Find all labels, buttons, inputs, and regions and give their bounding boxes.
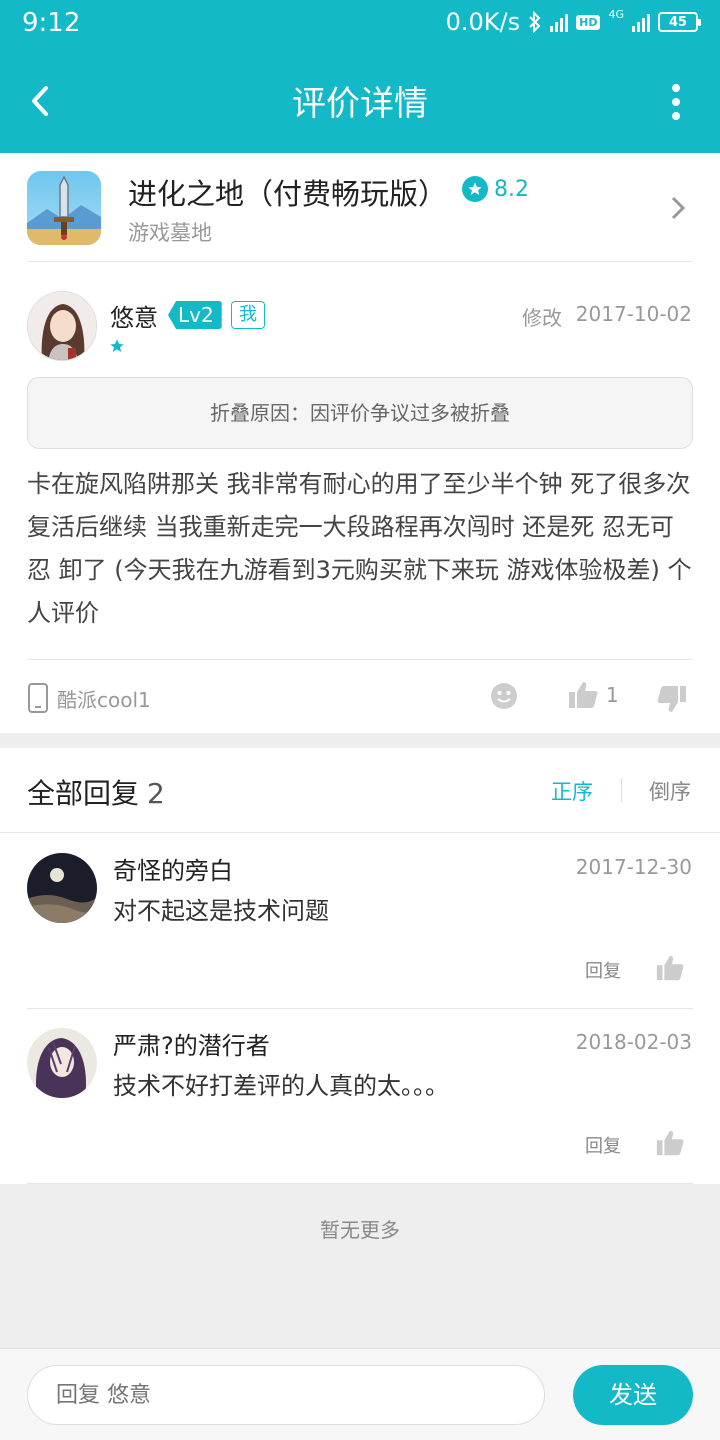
- replies-section: 全部回复 2 正序 倒序 奇怪的旁白 2017-12-30 对不起这是技术问题 回…: [0, 748, 720, 1184]
- thumbs-up-icon[interactable]: [655, 1128, 685, 1158]
- review-content: 卡在旋风陷阱那关 我非常有耐心的用了至少半个钟 死了很多次 复活后继续 当我重新…: [27, 470, 692, 627]
- avatar[interactable]: [27, 291, 97, 361]
- like-count: 1: [606, 683, 619, 707]
- phone-icon: [28, 683, 48, 713]
- me-badge: 我: [231, 301, 265, 329]
- reply-item: 严肃?的潜行者 2018-02-03 技术不好打差评的人真的太。。。 回复: [0, 1008, 720, 1178]
- avatar[interactable]: [27, 1028, 97, 1098]
- divider: [27, 1183, 693, 1184]
- sort-descending-button[interactable]: 倒序: [649, 776, 691, 806]
- reply-button[interactable]: 回复: [585, 957, 621, 983]
- replies-header: 全部回复 2: [27, 772, 165, 812]
- status-right: 0.0K/s HD 4G 45: [445, 8, 701, 36]
- reply-bar: 发送: [0, 1348, 720, 1440]
- hd-badge: HD: [576, 14, 601, 30]
- more-vertical-icon[interactable]: [668, 84, 684, 120]
- page-title: 评价详情: [292, 84, 428, 124]
- thumbs-down-icon[interactable]: [656, 683, 688, 715]
- reply-button[interactable]: 回复: [585, 1132, 621, 1158]
- divider: [27, 659, 693, 660]
- device-name: 酷派cool1: [57, 687, 151, 712]
- reply-author[interactable]: 奇怪的旁白: [113, 851, 233, 886]
- bluetooth-icon: [529, 11, 541, 33]
- sort-ascending-button[interactable]: 正序: [551, 776, 593, 806]
- send-button[interactable]: 发送: [573, 1365, 693, 1425]
- reply-author[interactable]: 严肃?的潜行者: [113, 1026, 270, 1061]
- battery-icon: 45: [658, 12, 701, 32]
- status-bar: 9:12 0.0K/s HD 4G 45: [0, 0, 720, 50]
- top-bar: 9:12 0.0K/s HD 4G 45 评价详情: [0, 0, 720, 153]
- status-time: 9:12: [22, 8, 81, 38]
- game-title[interactable]: 进化之地（付费畅玩版）: [128, 171, 447, 213]
- fold-reason-box: 折叠原因：因评价争议过多被折叠: [27, 377, 693, 449]
- reply-text: 技术不好打差评的人真的太。。。: [113, 1072, 449, 1100]
- reply-item: 奇怪的旁白 2017-12-30 对不起这是技术问题 回复: [0, 833, 720, 1003]
- reply-date: 2018-02-03: [575, 1030, 692, 1054]
- game-category: 游戏墓地: [128, 221, 212, 245]
- level-badge: Lv2: [168, 301, 222, 329]
- net-type: 4G: [608, 8, 624, 21]
- replies-title: 全部回复: [27, 777, 140, 810]
- chevron-right-icon[interactable]: [668, 193, 688, 223]
- device-info: 酷派cool1: [27, 683, 151, 713]
- divider: [27, 261, 693, 262]
- net-speed: 0.0K/s: [445, 8, 521, 36]
- star-icon: [462, 176, 488, 202]
- reply-date: 2017-12-30: [575, 855, 692, 879]
- reply-input[interactable]: [27, 1365, 545, 1425]
- replies-count: 2: [147, 777, 165, 810]
- edit-link[interactable]: 修改: [522, 302, 562, 331]
- review-card: 进化之地（付费畅玩版） 8.2 游戏墓地 悠意 Lv2 我 修改 2017-10…: [0, 153, 720, 733]
- avatar[interactable]: [27, 853, 97, 923]
- wifi-signal-icon: [550, 12, 569, 32]
- review-date: 2017-10-02: [575, 302, 692, 326]
- thumbs-up-icon[interactable]: [567, 679, 599, 711]
- rating-value: 8.2: [494, 176, 529, 202]
- divider: [621, 778, 622, 802]
- cell-signal-icon: [632, 12, 650, 32]
- no-more-text: 暂无更多: [320, 1218, 400, 1242]
- game-icon[interactable]: [27, 171, 101, 245]
- reviewer-name[interactable]: 悠意: [110, 298, 158, 333]
- emoji-icon[interactable]: [489, 681, 519, 711]
- thumbs-up-icon[interactable]: [655, 953, 685, 983]
- reply-text: 对不起这是技术问题: [113, 897, 329, 925]
- star-icon: [110, 339, 124, 352]
- game-rating: 8.2: [462, 176, 529, 202]
